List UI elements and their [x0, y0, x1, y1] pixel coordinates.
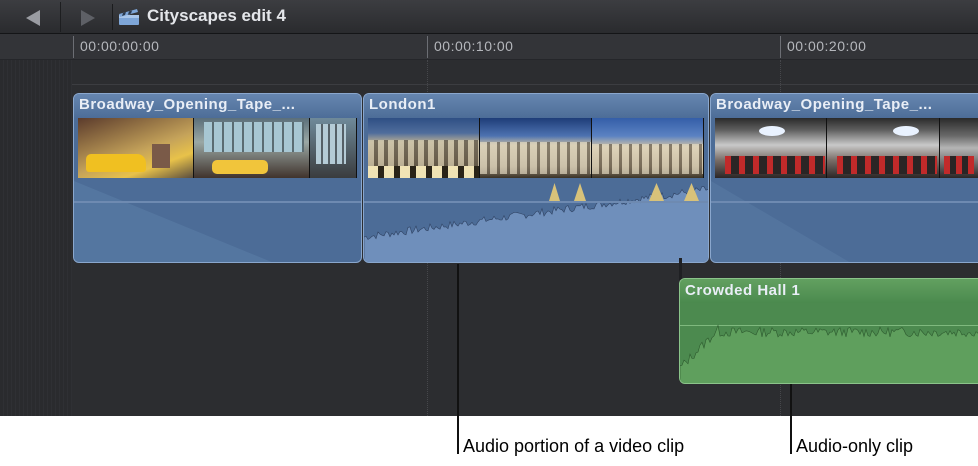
timeline-window: Cityscapes edit 4 00:00:00:00 00:00:10:0…: [0, 0, 978, 416]
clip-thumbnail: [194, 118, 310, 178]
ruler-label-0: 00:00:00:00: [80, 38, 160, 54]
clip-thumbnail: [592, 118, 704, 178]
clip-header: London1: [364, 94, 708, 118]
timecode-ruler[interactable]: 00:00:00:00 00:00:10:00 00:00:20:00: [0, 34, 978, 60]
ruler-label-20: 00:00:20:00: [787, 38, 867, 54]
clip-name: Broadway_Opening_Tape_...: [79, 96, 296, 113]
ruler-major-tick: [780, 36, 781, 58]
callout-audio-only: Audio-only clip: [796, 436, 914, 456]
clip-filmstrip: [78, 118, 357, 178]
clip-name: Broadway_Opening_Tape_...: [716, 96, 933, 113]
header-divider: [112, 4, 113, 30]
audio-waveform: [680, 324, 978, 383]
audio-waveform: [364, 183, 708, 262]
clip-header: Broadway_Opening_Tape_...: [74, 94, 361, 118]
audio-waveform: [711, 181, 850, 262]
clip-thumbnail: [827, 118, 940, 178]
callout-line-audio-only: [790, 384, 792, 454]
back-arrow-icon: [26, 10, 40, 26]
clip-header: Broadway_Opening_Tape_...: [711, 94, 978, 118]
clip-audio-divider: [711, 201, 978, 203]
back-button[interactable]: [6, 2, 58, 32]
clip-audio-divider: [74, 201, 361, 203]
audio-waveform: [74, 181, 272, 262]
clip-name: Crowded Hall 1: [685, 282, 801, 299]
clapperboard-icon: [119, 9, 139, 25]
clip-filmstrip: [368, 118, 704, 178]
clip-thumbnail: [715, 118, 828, 178]
video-clip-broadway-2[interactable]: Broadway_Opening_Tape_...: [710, 93, 978, 263]
clip-filmstrip: [715, 118, 978, 178]
timeline-guide-line: [72, 84, 978, 85]
audio-clip-crowded-hall[interactable]: Crowded Hall 1: [679, 278, 978, 384]
timeline-index-margin: [0, 60, 72, 416]
callout-audio-portion: Audio portion of a video clip: [463, 436, 685, 456]
ruler-major-tick: [427, 36, 428, 58]
video-clip-london1[interactable]: London1: [363, 93, 709, 263]
clip-thumbnail: [78, 118, 194, 178]
timeline-header: Cityscapes edit 4: [0, 0, 978, 34]
clip-name: London1: [369, 96, 436, 113]
clip-audio-divider: [364, 201, 708, 203]
clip-thumbnail: [939, 118, 978, 178]
clip-thumbnail: [480, 118, 592, 178]
clip-connection-line: [679, 258, 682, 280]
ruler-label-10: 00:00:10:00: [434, 38, 514, 54]
forward-arrow-icon: [81, 10, 95, 26]
ruler-major-tick: [73, 36, 74, 58]
forward-button[interactable]: [60, 2, 112, 32]
clip-thumbnail: [368, 118, 480, 178]
callout-line-video-audio: [457, 264, 459, 454]
clip-header: Crowded Hall 1: [680, 279, 978, 303]
video-clip-broadway-1[interactable]: Broadway_Opening_Tape_...: [73, 93, 362, 263]
project-title: Cityscapes edit 4: [147, 6, 286, 25]
clip-thumbnail: [310, 118, 357, 178]
